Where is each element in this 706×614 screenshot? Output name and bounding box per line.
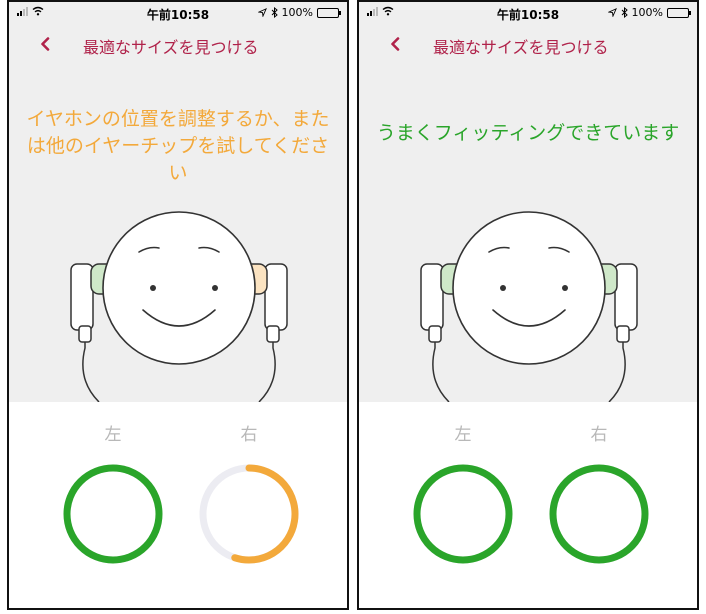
left-fit-ring: [413, 464, 513, 564]
back-button[interactable]: [33, 32, 57, 56]
earbud-stem-left: [70, 263, 94, 331]
ring-progress: [63, 464, 163, 564]
earbud-cable-left: [432, 342, 450, 402]
back-button[interactable]: [383, 32, 407, 56]
face: [452, 211, 606, 365]
phone-screen-2: 午前10:58 100% 最適なサイズを見つける うまくフィッティングできていま…: [357, 0, 699, 610]
illustration-area: 午前10:58 100% 最適なサイズを見つける イヤホンの位置を調整するか、ま…: [9, 2, 347, 402]
fit-message: うまくフィッティングできています: [376, 122, 680, 144]
left-fit-ring: [63, 464, 163, 564]
status-bar: 午前10:58 100%: [359, 2, 697, 24]
earbud-cable-right: [258, 342, 276, 402]
chevron-left-icon: [391, 37, 400, 51]
face-earbuds-illustration: [420, 211, 638, 402]
face: [102, 211, 256, 365]
battery-percent: 100%: [631, 6, 663, 19]
nav-bar: 最適なサイズを見つける: [359, 30, 697, 60]
phone-screen-1: 午前10:58 100% 最適なサイズを見つける イヤホンの位置を調整するか、ま…: [7, 0, 349, 610]
earbud-cable-left: [82, 342, 100, 402]
earbud-stem-left: [420, 263, 444, 331]
status-bar: 午前10:58 100%: [9, 2, 347, 24]
battery-icon: [667, 7, 691, 18]
earbud-stem-right: [614, 263, 638, 331]
fit-results: 左 右: [9, 402, 347, 608]
battery-percent: 100%: [281, 6, 313, 19]
bluetooth-icon: [621, 7, 628, 18]
face-earbuds-illustration: [70, 211, 288, 402]
chevron-left-icon: [41, 37, 50, 51]
illustration-area: 午前10:58 100% 最適なサイズを見つける うまくフィッティングできていま…: [359, 2, 697, 402]
left-label: 左: [104, 425, 122, 445]
ring-progress: [549, 464, 649, 564]
battery-icon: [317, 7, 341, 18]
fit-results: 左 右: [359, 402, 697, 608]
page-title: 最適なサイズを見つける: [433, 38, 609, 57]
right-label: 右: [590, 425, 608, 445]
ring-progress: [413, 464, 513, 564]
location-arrow-icon: [257, 8, 267, 17]
earbud-stem-right: [264, 263, 288, 331]
ring-progress: [231, 464, 299, 564]
nav-bar: 最適なサイズを見つける: [9, 30, 347, 60]
location-arrow-icon: [607, 8, 617, 17]
earbud-cable-right: [608, 342, 626, 402]
right-fit-ring: [199, 464, 299, 564]
right-fit-ring: [549, 464, 649, 564]
bluetooth-icon: [271, 7, 278, 18]
page-title: 最適なサイズを見つける: [83, 38, 259, 57]
right-label: 右: [240, 425, 258, 445]
fit-message: イヤホンの位置を調整するか、または他のイヤーチップを試してください: [26, 108, 330, 184]
left-label: 左: [454, 425, 472, 445]
